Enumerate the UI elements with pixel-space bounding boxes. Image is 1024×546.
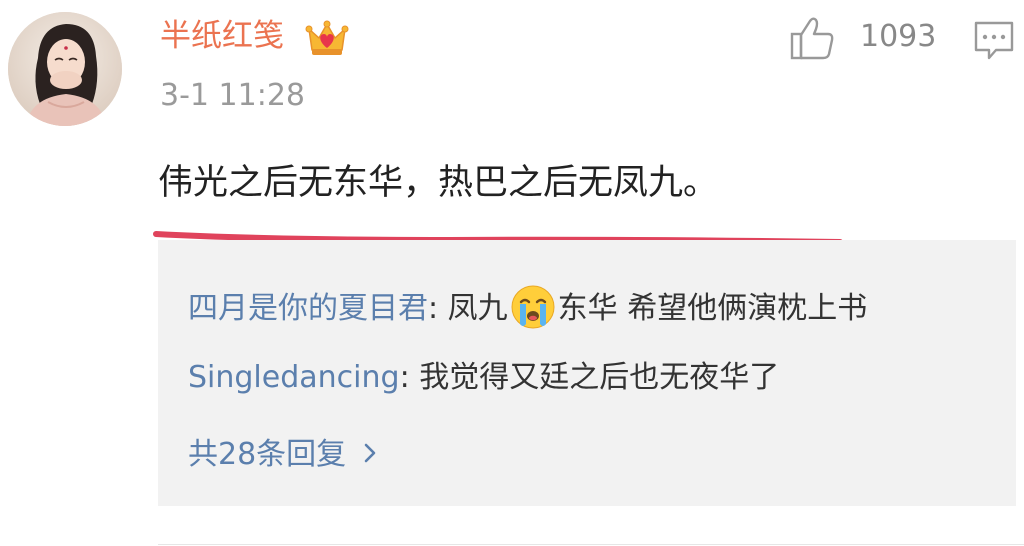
crown-vip-icon[interactable] [304,16,350,62]
comment-text: 伟光之后无东华，热巴之后无凤九。 [158,163,719,203]
reply-colon: : [428,291,448,326]
view-all-replies-label[interactable]: 共28条回复 [188,437,346,472]
reply-item: Singledancing: 我觉得又廷之后也无夜华了 [188,357,779,399]
reply-author[interactable]: Singledancing [188,360,400,395]
chevron-right-icon[interactable] [360,440,380,466]
crying-face-icon [511,285,555,329]
reply-colon: : [399,360,420,395]
comment-icon[interactable] [970,16,1018,64]
replies-panel: 四月是你的夏目君: 凤九 东华 希望他俩演枕上书 Singledancing: … [158,240,1016,506]
reply-author[interactable]: 四月是你的夏目君 [188,291,428,326]
timestamp: 3-1 11:28 [160,78,305,113]
reply-text: 凤九 [447,291,508,326]
avatar-image [8,12,122,126]
like-count: 1093 [860,19,937,54]
reply-text: 我觉得又廷之后也无夜华了 [419,360,780,395]
reply-item: 四月是你的夏目君: 凤九 东华 希望他俩演枕上书 [188,284,867,330]
reply-text: 东华 希望他俩演枕上书 [557,291,868,326]
divider [158,544,1024,545]
view-all-replies-link[interactable]: 共28条回复 [188,434,380,476]
thumbs-up-icon[interactable] [786,12,838,64]
avatar[interactable] [8,12,122,126]
username[interactable]: 半纸红笺 [160,14,284,58]
